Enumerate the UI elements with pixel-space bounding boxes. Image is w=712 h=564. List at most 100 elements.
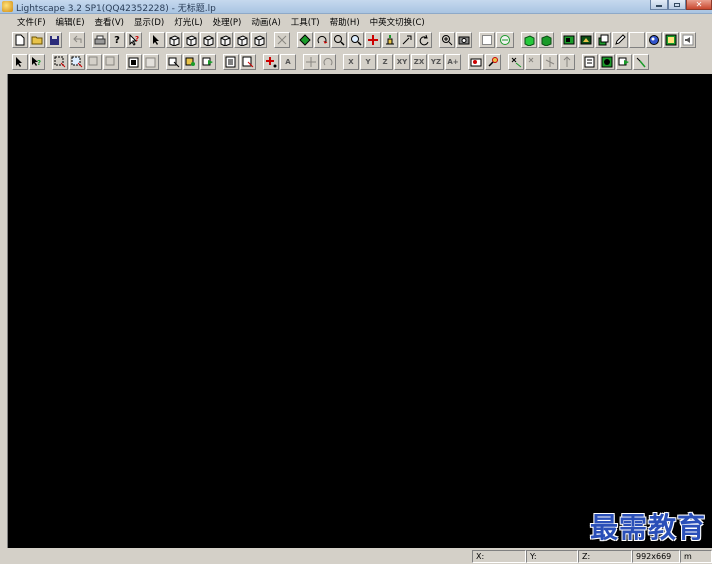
cube-view-6-button[interactable] xyxy=(251,32,267,48)
cube-view-2-button[interactable] xyxy=(183,32,199,48)
block-edit-button[interactable] xyxy=(143,54,159,70)
open-button[interactable] xyxy=(29,32,45,48)
maximize-button[interactable] xyxy=(668,0,686,10)
menu-animation[interactable]: 动画(A) xyxy=(246,16,285,28)
pick-button[interactable] xyxy=(12,54,28,70)
3d-viewport[interactable] xyxy=(8,74,712,548)
rotate-axis-button[interactable] xyxy=(320,54,336,70)
material-1-button[interactable] xyxy=(561,32,577,48)
speaker-button[interactable] xyxy=(680,32,696,48)
material-2-button[interactable] xyxy=(578,32,594,48)
surface-button[interactable] xyxy=(166,54,182,70)
green-cube-2-button[interactable] xyxy=(538,32,554,48)
refresh-view-button[interactable] xyxy=(416,32,432,48)
print-button[interactable] xyxy=(92,32,108,48)
pencil-button[interactable] xyxy=(612,32,628,48)
close-button[interactable]: ✕ xyxy=(686,0,712,10)
minimize-button[interactable] xyxy=(650,0,668,10)
luminaire-aim-button[interactable] xyxy=(542,54,558,70)
axis-x-button[interactable]: X xyxy=(343,54,359,70)
light-source-button[interactable] xyxy=(485,54,501,70)
orbit-button[interactable] xyxy=(399,32,415,48)
cube-view-1-button[interactable] xyxy=(166,32,182,48)
menu-edit[interactable]: 编辑(E) xyxy=(51,16,90,28)
material-apply-icon xyxy=(618,57,629,66)
menu-light[interactable]: 灯光(L) xyxy=(169,16,207,28)
zoom-button[interactable] xyxy=(331,32,347,48)
material-sphere-button[interactable] xyxy=(599,54,615,70)
luminaire-edit-button[interactable] xyxy=(525,54,541,70)
new-button[interactable] xyxy=(12,32,28,48)
cube-view-5-button[interactable] xyxy=(234,32,250,48)
green-cube-1-button[interactable] xyxy=(521,32,537,48)
image-button[interactable] xyxy=(663,32,679,48)
cube-view-3-button[interactable] xyxy=(200,32,216,48)
solution-button[interactable] xyxy=(496,32,514,48)
menu-help[interactable]: 帮助(H) xyxy=(325,16,365,28)
arrow-increment-label: A+ xyxy=(447,57,459,66)
svg-text:?: ? xyxy=(135,35,139,43)
select-add-button[interactable] xyxy=(86,54,102,70)
plane-zx-button[interactable]: ZX xyxy=(411,54,427,70)
undo-button[interactable] xyxy=(69,32,85,48)
rotate-button[interactable] xyxy=(314,32,330,48)
menu-language-switch[interactable]: 中英文切换(C) xyxy=(365,16,430,28)
surface-move-button[interactable] xyxy=(200,54,216,70)
render-mode-button[interactable] xyxy=(479,32,495,48)
help-button[interactable]: ? xyxy=(109,32,125,48)
pan-button[interactable] xyxy=(365,32,381,48)
menu-display[interactable]: 显示(D) xyxy=(129,16,169,28)
material-apply-button[interactable] xyxy=(616,54,632,70)
zoom-icon xyxy=(334,35,345,46)
left-gutter xyxy=(0,74,8,548)
menu-file[interactable]: 文件(F) xyxy=(12,16,51,28)
cube-view-4-button[interactable] xyxy=(217,32,233,48)
menu-process[interactable]: 处理(P) xyxy=(208,16,247,28)
pick-help-button[interactable]: ? xyxy=(29,54,45,70)
app-icon xyxy=(2,1,13,12)
plane-yz-button[interactable]: YZ xyxy=(428,54,444,70)
move-axis-button[interactable] xyxy=(303,54,319,70)
camera-button[interactable] xyxy=(456,32,472,48)
walk-button[interactable] xyxy=(382,32,398,48)
properties-button[interactable] xyxy=(582,54,598,70)
axis-z-label: Z xyxy=(382,57,388,66)
refresh-icon xyxy=(419,34,429,46)
light-button[interactable] xyxy=(297,32,313,48)
block-button[interactable] xyxy=(126,54,142,70)
luminaire-button[interactable] xyxy=(508,54,524,70)
surface-edit-icon xyxy=(185,57,195,66)
save-button[interactable] xyxy=(46,32,62,48)
select-remove-button[interactable] xyxy=(103,54,119,70)
select-cross-button[interactable] xyxy=(69,54,85,70)
arrow-increment-button[interactable]: A+ xyxy=(445,54,461,70)
sunlight-button[interactable] xyxy=(468,54,484,70)
align-button[interactable]: A xyxy=(280,54,296,70)
zoom-window-button[interactable] xyxy=(348,32,364,48)
wireframe-button[interactable] xyxy=(274,32,290,48)
surface-edit-button[interactable] xyxy=(183,54,199,70)
material-sphere-icon xyxy=(601,56,613,68)
menu-view[interactable]: 查看(V) xyxy=(90,16,129,28)
list-button[interactable] xyxy=(223,54,239,70)
select-window-button[interactable] xyxy=(52,54,68,70)
zoom-extents-button[interactable] xyxy=(439,32,455,48)
texture-button[interactable] xyxy=(646,32,662,48)
layers-button[interactable] xyxy=(595,32,611,48)
select-mode-button[interactable] xyxy=(149,32,165,48)
blank-button[interactable] xyxy=(629,32,645,48)
axis-z-button[interactable]: Z xyxy=(377,54,393,70)
add-point-button[interactable] xyxy=(263,54,279,70)
plane-xy-button[interactable]: XY xyxy=(394,54,410,70)
menu-tools[interactable]: 工具(T) xyxy=(286,16,325,28)
luminaire-move-button[interactable] xyxy=(559,54,575,70)
context-help-button[interactable]: ? xyxy=(126,32,142,48)
cube-icon xyxy=(237,35,248,46)
axis-y-button[interactable]: Y xyxy=(360,54,376,70)
pointer-icon xyxy=(16,57,22,67)
question-icon: ? xyxy=(114,34,120,46)
material-pick-button[interactable] xyxy=(633,54,649,70)
cube-icon xyxy=(186,35,197,46)
select-arrow-icon xyxy=(153,35,159,45)
list-filter-button[interactable] xyxy=(240,54,256,70)
